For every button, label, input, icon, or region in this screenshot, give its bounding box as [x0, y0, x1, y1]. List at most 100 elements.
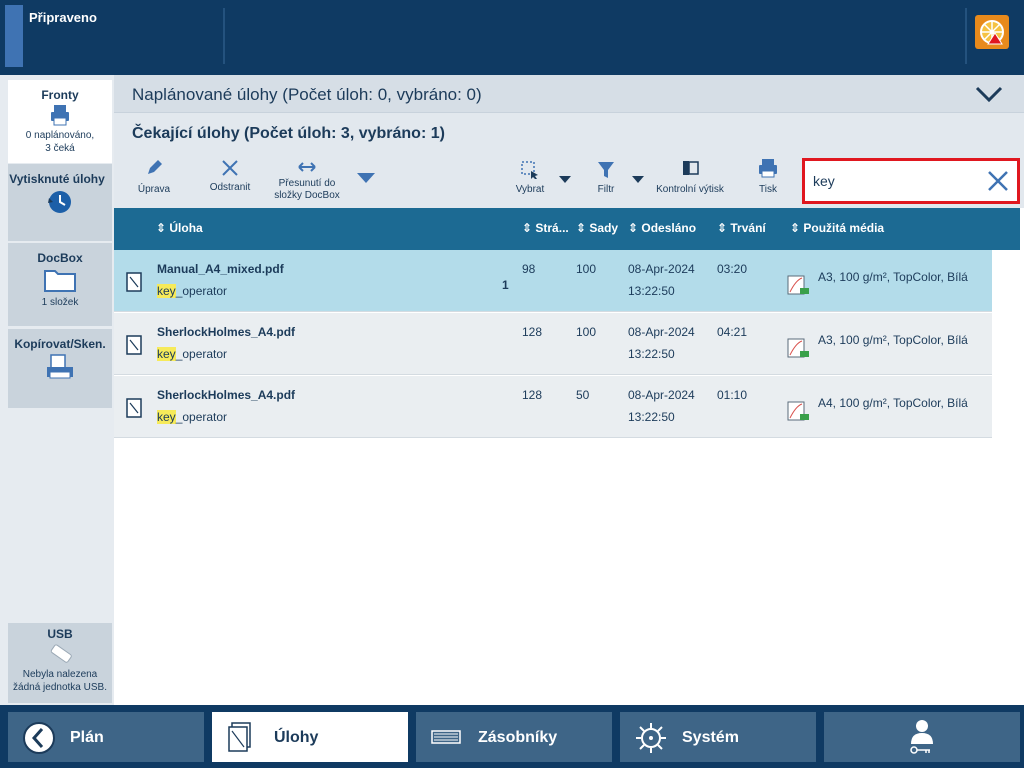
media-icon: [787, 275, 809, 295]
filter-button[interactable]: Filtr: [592, 160, 620, 196]
system-alert-icon[interactable]: [975, 15, 1009, 49]
job-sets: 100: [576, 262, 597, 276]
nav-system[interactable]: Systém: [620, 712, 816, 762]
column-sets-label: Sady: [589, 221, 619, 235]
nav-system-label: Systém: [682, 729, 739, 746]
filter-dropdown-icon[interactable]: [632, 176, 644, 184]
table-row[interactable]: Manual_A4_mixed.pdf key_operator 1 98 10…: [114, 250, 992, 312]
job-owner: key_operator: [157, 347, 227, 361]
media-icon: [787, 338, 809, 358]
select-button[interactable]: Vybrat: [510, 160, 550, 196]
edit-button[interactable]: Úprava: [136, 158, 172, 196]
chevron-down-icon[interactable]: [974, 83, 1004, 105]
search-match-highlight: key: [157, 347, 176, 361]
job-media: A4, 100 g/m², TopColor, Bílá: [818, 396, 968, 410]
sidebar: Fronty 0 naplánováno, 3 čeká Vytisknuté …: [0, 75, 114, 705]
close-icon: [222, 160, 238, 176]
sidebar-item-label: Kopírovat/Sken.: [14, 337, 106, 351]
job-sent-date: 08-Apr-2024: [628, 325, 695, 339]
column-sets[interactable]: ⇕ Sady: [576, 221, 618, 235]
column-media-label: Použitá média: [803, 221, 885, 235]
status-text: Připraveno: [29, 10, 97, 25]
sidebar-item-queues[interactable]: Fronty 0 naplánováno, 3 čeká: [8, 80, 112, 163]
owner-suffix: _operator: [175, 347, 228, 361]
job-sets: 100: [576, 325, 597, 339]
trays-icon: [431, 730, 461, 744]
sidebar-item-label: Fronty: [41, 88, 79, 102]
job-media: A3, 100 g/m², TopColor, Bílá: [818, 333, 968, 347]
column-sent[interactable]: ⇕ Odesláno: [628, 221, 696, 235]
print-button[interactable]: Tisk: [754, 158, 782, 196]
select-dropdown-icon[interactable]: [559, 176, 571, 184]
job-copies-count: 1: [502, 278, 509, 292]
media-icon: [787, 401, 809, 421]
delete-button[interactable]: Odstranit: [206, 158, 254, 194]
pencil-icon: [148, 160, 162, 174]
column-duration-label: Trvání: [730, 221, 766, 235]
sidebar-item-label: Vytisknuté úlohy: [9, 172, 105, 186]
job-sent-time: 13:22:50: [628, 410, 675, 424]
job-media: A3, 100 g/m², TopColor, Bílá: [818, 270, 968, 284]
printer-icon: [759, 159, 777, 178]
nav-user[interactable]: [824, 712, 1020, 762]
sidebar-item-docbox[interactable]: DocBox 1 složek: [8, 243, 112, 326]
waiting-jobs-header[interactable]: Čekající úlohy (Počet úloh: 3, vybráno: …: [114, 112, 1024, 152]
column-duration[interactable]: ⇕ Trvání: [717, 221, 766, 235]
divider: [965, 8, 967, 64]
usb-status: Nebyla nalezena: [22, 669, 98, 680]
nav-jobs-label: Úlohy: [274, 729, 319, 746]
job-duration: 04:21: [717, 325, 748, 339]
job-name: SherlockHolmes_A4.pdf: [157, 388, 296, 402]
main-panel: Naplánované úlohy (Počet úloh: 0, vybrán…: [114, 75, 1024, 705]
status-indicator: [5, 5, 23, 67]
usb-status: žádná jednotka USB.: [13, 682, 107, 693]
job-sent-time: 13:22:50: [628, 347, 675, 361]
clear-search-icon[interactable]: [987, 170, 1009, 192]
nav-plan-label: Plán: [70, 729, 104, 746]
search-match-highlight: key: [157, 284, 176, 298]
usb-title: USB: [47, 627, 73, 641]
nav-trays-label: Zásobníky: [478, 729, 558, 746]
gear-icon: [636, 723, 666, 753]
clock-icon: [23, 722, 55, 754]
queues-waiting-count: 3 čeká: [45, 143, 75, 154]
owner-suffix: _operator: [175, 284, 228, 298]
column-job-label: Úloha: [169, 221, 203, 235]
search-input[interactable]: [813, 171, 973, 191]
bottom-nav: Plán Úlohy Zásobníky Systém: [0, 705, 1024, 768]
divider: [223, 8, 225, 64]
document-icon: [126, 335, 142, 355]
print-label: Tisk: [759, 184, 777, 195]
search-field[interactable]: [802, 158, 1020, 204]
move-to-docbox-button[interactable]: Přesunutí do složky DocBox: [270, 160, 344, 202]
job-pages: 98: [522, 262, 536, 276]
job-sent-time: 13:22:50: [628, 284, 675, 298]
edit-label: Úprava: [137, 184, 171, 195]
column-pages-label: Strá...: [535, 221, 569, 235]
column-pages[interactable]: ⇕ Strá...: [522, 221, 569, 235]
job-pages: 128: [522, 388, 543, 402]
proof-print-button[interactable]: Kontrolní výtisk: [652, 158, 728, 196]
column-job[interactable]: ⇕ Úloha: [156, 221, 203, 235]
filter-label: Filtr: [597, 184, 615, 195]
sidebar-item-copy-scan[interactable]: Kopírovat/Sken.: [8, 329, 112, 408]
history-icon: [48, 191, 71, 213]
docbox-folder-count: 1 složek: [41, 297, 79, 308]
move-label: Přesunutí do: [278, 178, 336, 189]
sidebar-item-printed-jobs[interactable]: Vytisknuté úlohy: [8, 164, 112, 241]
more-actions-dropdown-icon[interactable]: [356, 172, 376, 184]
job-duration: 01:10: [717, 388, 748, 402]
table-row[interactable]: SherlockHolmes_A4.pdf key_operator 128 5…: [114, 376, 992, 438]
nav-trays[interactable]: Zásobníky: [416, 712, 612, 762]
nav-plan[interactable]: Plán: [8, 712, 204, 762]
column-media[interactable]: ⇕ Použitá média: [790, 221, 884, 235]
usb-panel[interactable]: USB Nebyla nalezena žádná jednotka USB.: [8, 623, 112, 703]
nav-jobs[interactable]: Úlohy: [212, 712, 408, 762]
move-label: složky DocBox: [274, 190, 340, 201]
job-name: SherlockHolmes_A4.pdf: [157, 325, 296, 339]
job-sets: 50: [576, 388, 590, 402]
table-row[interactable]: SherlockHolmes_A4.pdf key_operator 128 1…: [114, 313, 992, 375]
user-key-icon: [910, 720, 933, 754]
planned-jobs-header[interactable]: Naplánované úlohy (Počet úloh: 0, vybrán…: [114, 75, 1024, 112]
filter-icon: [598, 162, 614, 178]
